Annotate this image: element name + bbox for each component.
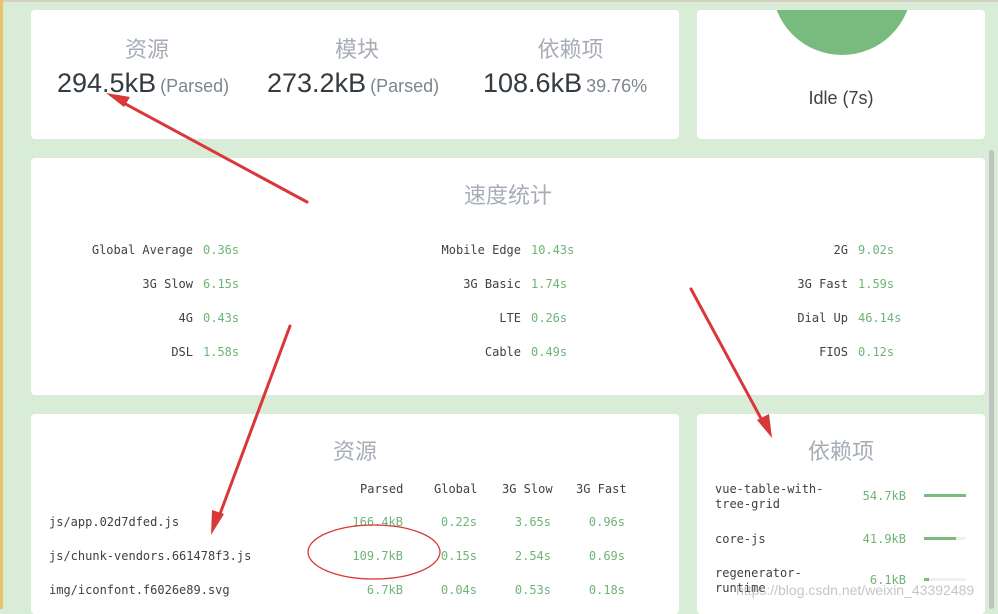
speed-label: 4G [178, 311, 193, 325]
window-left-border [0, 0, 3, 609]
asset-3g-fast: 0.69s [588, 549, 625, 563]
speed-card: 速度统计 Global Average 0.36s 3G Slow 6.15s 4G… [31, 158, 985, 395]
column-header: Global [434, 482, 478, 496]
speed-label: 3G Slow [142, 277, 193, 291]
summary-card: 资源 294.5kB (Parsed) 模块 273.2kB (Parsed) 依赖… [31, 10, 679, 139]
asset-3g-slow: 2.54s [514, 549, 551, 563]
speed-label: LTE [499, 311, 521, 325]
asset-name: js/chunk-vendors.661478f3.js [49, 549, 252, 563]
speed-label: 2G [833, 243, 848, 257]
speed-value: 10.43s [531, 243, 575, 257]
dependency-name: core-js [715, 532, 766, 546]
stat-value: 273.2kB [267, 68, 367, 98]
speed-row: 3G Slow 6.15s [53, 277, 239, 291]
speed-value: 0.26s [531, 311, 568, 325]
column-header: 3G Fast [576, 482, 627, 496]
speed-row: FIOS 0.12s [748, 345, 894, 359]
asset-3g-fast: 0.96s [588, 515, 625, 529]
assets-title: 资源 [332, 440, 377, 465]
speed-value: 0.43s [203, 311, 240, 325]
speed-value: 6.15s [203, 277, 240, 291]
speed-title: 速度统计 [463, 184, 552, 209]
speed-row: Mobile Edge 10.43s [386, 243, 575, 257]
status-text: Idle (7s) [808, 88, 874, 108]
stat-dependencies: 依赖项 108.6kB 39.76% [483, 32, 658, 99]
speed-value: 46.14s [858, 311, 902, 325]
stat-sub: (Parsed) [160, 76, 230, 96]
speed-label: 3G Basic [463, 277, 521, 291]
speed-value: 1.59s [858, 277, 895, 291]
speed-value: 9.02s [858, 243, 895, 257]
watermark: https://blog.csdn.net/weixin_43392489 [736, 582, 975, 598]
speed-row: LTE 0.26s [386, 311, 567, 325]
dependency-size: 54.7kB [862, 489, 906, 503]
assets-card: 资源 Parsed Global 3G Slow 3G Fast js/app.… [31, 414, 679, 614]
speed-value: 0.12s [858, 345, 895, 359]
asset-3g-slow: 3.65s [514, 515, 551, 529]
window-top-border [0, 0, 998, 2]
dependency-size: 41.9kB [862, 532, 906, 546]
asset-name: js/app.02d7dfed.js [49, 515, 180, 529]
column-header: Parsed [360, 482, 404, 496]
asset-global: 0.15s [440, 549, 477, 563]
speed-value: 0.36s [203, 243, 240, 257]
asset-name: img/iconfont.f6026e89.svg [49, 583, 230, 597]
speed-row: Dial Up 46.14s [748, 311, 901, 325]
speed-value: 1.58s [203, 345, 240, 359]
speed-row: 3G Basic 1.74s [386, 277, 567, 291]
dependency-bar [924, 494, 966, 497]
stat-assets: 资源 294.5kB (Parsed) [57, 32, 237, 99]
dependency-bar [924, 537, 956, 540]
stat-value: 108.6kB [483, 68, 583, 98]
asset-parsed: 109.7kB [352, 549, 403, 563]
asset-parsed: 6.7kB [366, 583, 403, 597]
status-card: Idle (7s) [697, 10, 985, 139]
status-indicator [772, 10, 912, 55]
speed-label: Global Average [91, 243, 193, 257]
speed-label: Dial Up [797, 311, 848, 325]
speed-label: DSL [171, 345, 193, 359]
asset-global: 0.04s [440, 583, 477, 597]
dependencies-title: 依赖项 [807, 440, 874, 465]
asset-3g-slow: 0.53s [514, 583, 551, 597]
speed-label: Cable [484, 345, 521, 359]
dependency-bar-track [924, 578, 966, 581]
stat-sub: 39.76% [586, 76, 648, 96]
speed-row: Cable 0.49s [386, 345, 567, 359]
speed-value: 1.74s [531, 277, 568, 291]
vertical-scrollbar[interactable] [989, 150, 994, 609]
stat-label: 资源 [124, 38, 169, 63]
speed-label: FIOS [819, 345, 848, 359]
dependency-name: vue-table-with-tree-grid [715, 482, 824, 511]
speed-row: DSL 1.58s [53, 345, 239, 359]
asset-global: 0.22s [440, 515, 477, 529]
stat-label: 依赖项 [537, 38, 604, 63]
asset-3g-fast: 0.18s [588, 583, 625, 597]
speed-row: 2G 9.02s [748, 243, 895, 257]
stat-modules: 模块 273.2kB (Parsed) [267, 32, 447, 99]
speed-label: 3G Fast [797, 277, 848, 291]
speed-row: 3G Fast 1.59s [748, 277, 894, 291]
speed-row: Global Average 0.36s [53, 243, 239, 257]
column-header: 3G Slow [502, 482, 553, 496]
speed-value: 0.49s [531, 345, 568, 359]
dependency-bar [924, 578, 929, 581]
stat-value: 294.5kB [57, 68, 157, 98]
speed-label: Mobile Edge [441, 243, 521, 257]
speed-row: 4G 0.43s [53, 311, 240, 325]
asset-parsed: 166.4kB [352, 515, 403, 529]
stat-label: 模块 [334, 38, 379, 63]
stat-sub: (Parsed) [370, 76, 440, 96]
